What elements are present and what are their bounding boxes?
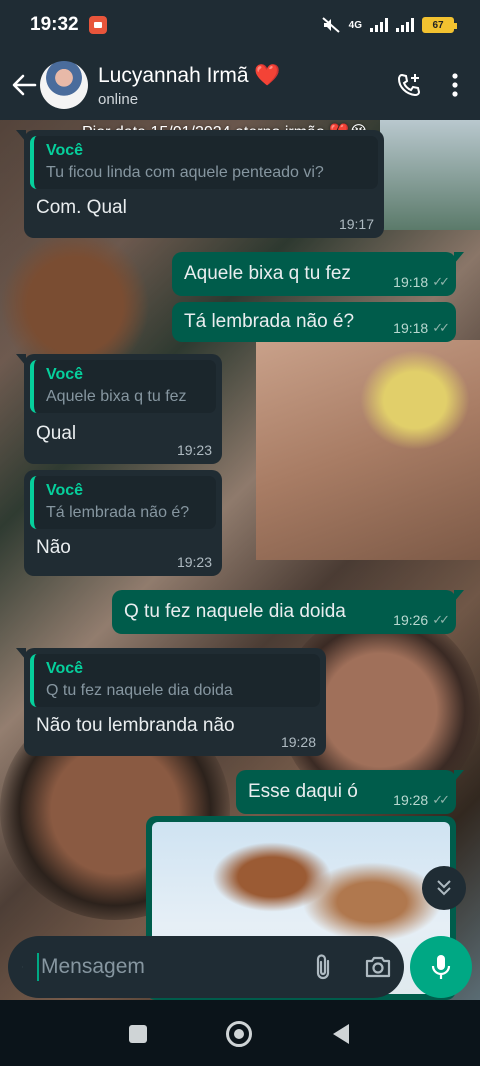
contact-info[interactable]: Lucyannah Irmã ❤️ online <box>98 63 281 108</box>
chat-header: Lucyannah Irmã ❤️ online <box>0 50 480 120</box>
contact-name: Lucyannah Irmã ❤️ <box>98 63 281 87</box>
more-vert-icon[interactable] <box>452 73 458 97</box>
message-time: 19:18 <box>393 320 429 336</box>
quote-text: Q tu fez naquele dia doida <box>46 682 233 699</box>
message-incoming[interactable]: Você Tu ficou linda com aquele penteado … <box>16 130 384 238</box>
message-time: 19:26 <box>393 612 429 628</box>
chat-area[interactable]: Pior data 15/01/2024 eterno irmão 💔😭 Voc… <box>0 120 480 1000</box>
message-outgoing[interactable]: Tá lembrada não é? 19:18 ✓✓ <box>172 302 456 342</box>
read-ticks-icon: ✓✓ <box>432 320 450 335</box>
avatar[interactable] <box>40 61 88 109</box>
message-time: 19:18 <box>393 274 429 290</box>
quote-author: Você <box>46 660 84 677</box>
message-incoming[interactable]: Você Tá lembrada não é? Não 19:23 <box>24 470 222 576</box>
compose-box <box>8 936 404 998</box>
contact-status: online <box>98 90 139 108</box>
quote-text: Tá lembrada não é? <box>46 504 190 521</box>
message-outgoing[interactable]: Q tu fez naquele dia doida 19:26 ✓✓ <box>112 590 464 634</box>
message-incoming[interactable]: Você Q tu fez naquele dia doida Não tou … <box>16 648 326 756</box>
read-ticks-icon: ✓✓ <box>432 612 450 627</box>
quote-author: Você <box>46 482 84 499</box>
quote-text: Aquele bixa q tu fez <box>46 388 187 405</box>
quoted-message[interactable]: Você Tá lembrada não é? <box>30 476 216 529</box>
recents-button[interactable] <box>129 1025 148 1043</box>
quoted-message[interactable]: Você Q tu fez naquele dia doida <box>30 654 320 707</box>
network-type: 4G <box>348 19 362 31</box>
emoji-icon[interactable] <box>22 953 23 981</box>
signal-icon-2 <box>396 18 414 32</box>
paperclip-icon[interactable] <box>312 953 334 981</box>
message-input[interactable] <box>37 953 312 981</box>
message-incoming[interactable]: Você Aquele bixa q tu fez Qual 19:23 <box>16 354 222 464</box>
mute-icon <box>321 17 340 33</box>
status-bar: 19:32 4G 67 <box>0 0 480 50</box>
message-time: 19:28 <box>280 734 316 750</box>
message-time: 19:28 <box>393 792 429 808</box>
double-chevron-down-icon <box>437 880 451 896</box>
camera-icon[interactable] <box>364 955 392 979</box>
quoted-message[interactable]: Você Tu ficou linda com aquele penteado … <box>30 136 378 189</box>
screen-record-icon <box>88 16 107 34</box>
system-nav-bar <box>0 1002 480 1066</box>
message-text: Com. Qual <box>36 197 127 218</box>
battery-level: 67 <box>432 19 444 31</box>
quoted-message[interactable]: Você Aquele bixa q tu fez <box>30 360 216 413</box>
quote-author: Você <box>46 366 84 383</box>
message-outgoing[interactable]: Aquele bixa q tu fez 19:18 ✓✓ <box>172 252 464 296</box>
quote-author: Você <box>46 142 84 159</box>
message-time: 19:17 <box>338 216 374 232</box>
signal-icon <box>370 18 388 32</box>
read-ticks-icon: ✓✓ <box>432 274 450 289</box>
message-outgoing[interactable]: Esse daqui ó 19:28 ✓✓ <box>236 770 464 814</box>
quote-text: Tu ficou linda com aquele penteado vi? <box>46 164 324 181</box>
status-icons: 4G 67 <box>321 16 457 34</box>
message-time: 19:23 <box>176 442 212 458</box>
home-button[interactable] <box>225 1021 252 1047</box>
scroll-to-bottom-button[interactable] <box>422 866 466 910</box>
arrow-left-icon <box>12 74 37 96</box>
mic-button[interactable] <box>410 936 472 998</box>
back-nav-icon[interactable] <box>331 1023 351 1045</box>
message-time: 19:23 <box>176 554 212 570</box>
compose-bar <box>0 932 480 1002</box>
add-call-icon[interactable] <box>396 72 422 98</box>
status-time: 19:32 <box>30 14 79 35</box>
mic-icon <box>431 955 451 979</box>
read-ticks-icon: ✓✓ <box>432 792 450 807</box>
battery-icon: 67 <box>422 17 457 33</box>
